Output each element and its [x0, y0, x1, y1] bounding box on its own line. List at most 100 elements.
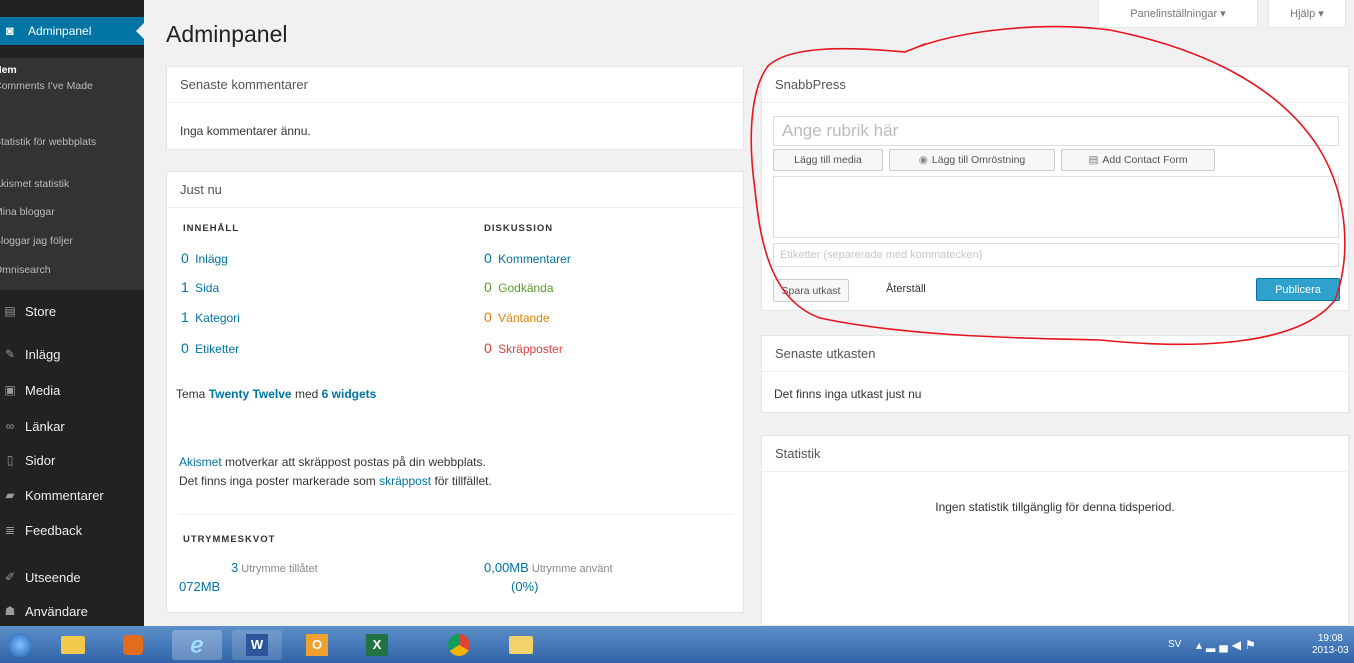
tags-input[interactable]: Etiketter (separerade med kommatecken) — [773, 243, 1339, 267]
stat-count: 0 — [484, 250, 492, 266]
submenu-item-my-blogs[interactable]: Mina bloggar — [0, 206, 114, 219]
empty-message: Det finns inga utkast just nu — [774, 387, 922, 401]
stat-posts[interactable]: 0 Inlägg — [181, 250, 228, 266]
stat-count: 0 — [484, 340, 492, 356]
word-icon: W — [246, 634, 268, 656]
allowed-number: 3 — [231, 560, 239, 575]
language-indicator[interactable]: SV — [1168, 626, 1181, 663]
theme-prefix: Tema — [176, 387, 206, 401]
volume-icon: ◀ — [1231, 637, 1245, 652]
sidebar-item-comments[interactable]: ▰ Kommentarer — [0, 481, 144, 509]
divider — [179, 514, 733, 515]
taskbar-word[interactable]: W — [232, 630, 282, 660]
add-contact-form-button[interactable]: ▤ Add Contact Form — [1061, 149, 1215, 171]
sidebar-item-media[interactable]: ▣ Media — [0, 376, 144, 404]
sidebar-item-links[interactable]: ∞ Länkar — [0, 412, 144, 440]
discussion-heading: DISKUSSION — [484, 223, 554, 234]
box-title[interactable]: Senaste utkasten — [762, 336, 1348, 372]
theme-line: Tema Twenty Twelve med 6 widgets — [176, 387, 376, 401]
taskbar-internet-explorer[interactable]: ℯ — [172, 630, 222, 660]
submenu-item-omnisearch[interactable]: Omnisearch — [0, 264, 114, 277]
box-title[interactable]: Just nu — [167, 172, 743, 208]
spam-text-end: för tillfället. — [434, 474, 492, 488]
clock-date: 2013-03 — [1312, 644, 1349, 656]
submenu-item-followed-blogs[interactable]: Bloggar jag följer — [0, 235, 114, 248]
windows-taskbar: ℯ W O X SV ▴ ▂▄ ◀ ⚑ 19:08 2013-03 — [0, 626, 1354, 663]
akismet-link[interactable]: Akismet — [179, 455, 222, 469]
box-title[interactable]: Senaste kommentarer — [167, 67, 743, 103]
stat-categories[interactable]: 1 Kategori — [181, 309, 240, 325]
network-icon: ▂▄ — [1206, 637, 1232, 652]
statistics-box: Statistik Ingen statistik tillgänglig fö… — [761, 435, 1349, 626]
sidebar-item-label: Länkar — [25, 418, 65, 434]
clock[interactable]: 19:08 2013-03 — [1312, 626, 1349, 663]
reset-link[interactable]: Återställ — [886, 283, 926, 295]
sidebar-item-users[interactable]: ☗ Användare — [0, 597, 144, 625]
save-draft-button[interactable]: Spara utkast — [773, 279, 849, 302]
tray-icons[interactable]: ▴ ▂▄ ◀ ⚑ — [1196, 626, 1260, 663]
content-heading: INNEHÅLL — [183, 223, 240, 234]
media-player-icon — [123, 635, 143, 655]
submenu-item-akismet[interactable]: Akismet statistik — [0, 178, 114, 191]
theme-link[interactable]: Twenty Twelve — [209, 387, 292, 401]
taskbar-media-player[interactable] — [108, 630, 158, 660]
sidebar-submenu: Hem Comments I've Made Statistik för web… — [0, 58, 144, 290]
spam-link[interactable]: skräppost — [379, 474, 431, 488]
used-label: Utrymme använt — [531, 563, 613, 575]
sidebar-item-posts[interactable]: ✎ Inlägg — [0, 340, 144, 368]
admin-sidebar: ◙ Adminpanel Hem Comments I've Made Stat… — [0, 0, 144, 626]
submenu-item-hem[interactable]: Hem — [0, 64, 114, 77]
submenu-item-stats[interactable]: Statistik för webbplats — [0, 136, 114, 149]
stat-pages[interactable]: 1 Sida — [181, 279, 219, 295]
pin-icon: ✎ — [4, 347, 16, 361]
sidebar-item-pages[interactable]: ▯ Sidor — [0, 446, 144, 474]
stat-label: Sida — [195, 281, 220, 295]
stat-label: Väntande — [498, 311, 550, 325]
taskbar-folder[interactable] — [496, 630, 546, 660]
post-title-input[interactable]: Ange rubrik här — [773, 116, 1339, 146]
taskbar-outlook[interactable]: O — [292, 630, 342, 660]
screen-options-tab[interactable]: Panelinställningar ▾ — [1098, 0, 1258, 28]
add-poll-button[interactable]: ◉ Lägg till Omröstning — [889, 149, 1055, 171]
post-content-textarea[interactable] — [773, 176, 1339, 238]
stat-approved[interactable]: 0 Godkända — [484, 279, 554, 295]
stat-label: Godkända — [498, 281, 554, 295]
box-title[interactable]: Statistik — [762, 436, 1348, 472]
store-icon: ▤ — [4, 304, 16, 318]
add-media-button[interactable]: Lägg till media — [773, 149, 883, 171]
stat-pending[interactable]: 0 Väntande — [484, 309, 550, 325]
spam-line: Det finns inga poster markerade som skrä… — [179, 474, 492, 488]
right-now-box: Just nu INNEHÅLL DISKUSSION 0 Inlägg 1 S… — [166, 171, 744, 613]
widgets-link[interactable]: 6 widgets — [322, 387, 377, 401]
allowed-label: Utrymme tillåtet — [241, 563, 318, 575]
clock-time: 19:08 — [1317, 632, 1343, 644]
stat-comments[interactable]: 0 Kommentarer — [484, 250, 571, 266]
feedback-icon: ≣ — [4, 523, 16, 537]
stat-label: Etiketter — [195, 342, 240, 356]
flag-icon: ⚑ — [1245, 637, 1260, 652]
sidebar-item-label: Utseende — [25, 569, 81, 585]
help-tab[interactable]: Hjälp ▾ — [1268, 0, 1346, 28]
submenu-item-comments[interactable]: Comments I've Made — [0, 80, 114, 93]
sidebar-item-label: Sidor — [25, 452, 56, 468]
tray-arrow-icon: ▴ — [1196, 637, 1207, 652]
box-title[interactable]: SnabbPress — [762, 67, 1348, 103]
sidebar-item-adminpanel[interactable]: ◙ Adminpanel — [0, 17, 144, 45]
theme-mid: med — [294, 387, 319, 401]
storage-heading: UTRYMMESKVOT — [183, 534, 276, 545]
windows-orb-icon — [8, 633, 32, 657]
stat-tags[interactable]: 0 Etiketter — [181, 340, 239, 356]
stat-count: 0 — [181, 250, 189, 266]
empty-message: Inga kommentarer ännu. — [180, 124, 311, 138]
taskbar-chrome[interactable] — [434, 630, 484, 660]
taskbar-excel[interactable]: X — [352, 630, 402, 660]
sidebar-item-feedback[interactable]: ≣ Feedback — [0, 516, 144, 544]
taskbar-explorer[interactable] — [48, 630, 98, 660]
publish-button[interactable]: Publicera — [1256, 278, 1340, 301]
sidebar-item-appearance[interactable]: ✐ Utseende — [0, 563, 144, 591]
spam-text: Det finns inga poster markerade som — [179, 474, 376, 488]
start-button[interactable] — [0, 630, 40, 660]
stat-count: 0 — [484, 279, 492, 295]
sidebar-item-store[interactable]: ▤ Store — [0, 297, 144, 325]
stat-spam[interactable]: 0 Skräpposter — [484, 340, 563, 356]
